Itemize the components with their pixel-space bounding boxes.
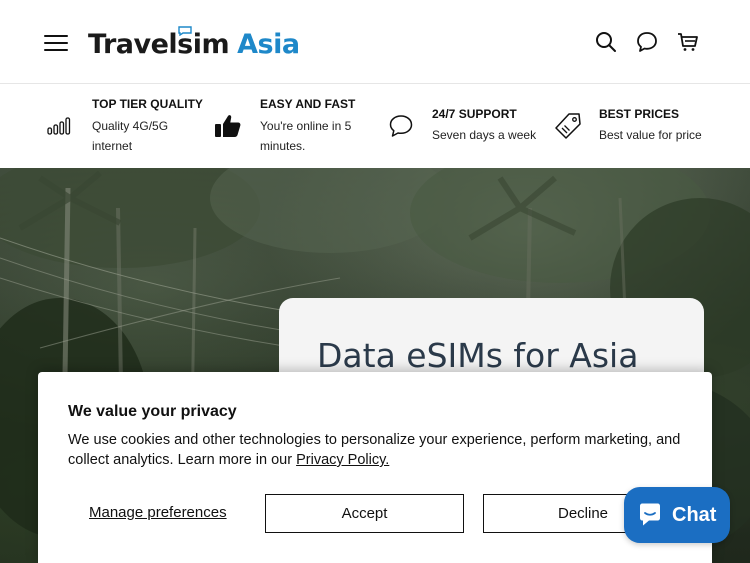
thumbs-up-icon bbox=[215, 115, 241, 137]
speech-bubble-icon bbox=[389, 115, 413, 137]
cookie-consent-banner: We value your privacy We use cookies and… bbox=[38, 372, 712, 563]
chat-widget-button[interactable]: Chat bbox=[624, 487, 730, 543]
manage-preferences-link[interactable]: Manage preferences bbox=[89, 504, 227, 521]
logo-text-asia: Asia bbox=[237, 29, 300, 60]
logo-bubble-icon bbox=[178, 26, 192, 36]
feature-prices-desc: Best value for price bbox=[599, 128, 702, 142]
cookie-text: We use cookies and other technologies to… bbox=[68, 430, 688, 470]
search-icon[interactable] bbox=[594, 30, 618, 54]
site-logo[interactable]: Travelsim Asia bbox=[88, 24, 300, 60]
accept-button[interactable]: Accept bbox=[265, 494, 464, 533]
chat-bubble-icon bbox=[640, 503, 660, 526]
feature-support-desc: Seven days a week bbox=[432, 128, 537, 142]
feature-prices-title: BEST PRICES bbox=[599, 107, 680, 121]
feature-easy-title: EASY AND FAST bbox=[260, 97, 356, 111]
chat-label: Chat bbox=[672, 503, 717, 526]
chat-icon[interactable] bbox=[635, 30, 659, 54]
feature-easy-desc: You're online in 5 minutes. bbox=[260, 119, 352, 153]
features-strip: TOP TIER QUALITY Quality 4G/5G internet … bbox=[0, 85, 750, 168]
feature-quality-desc: Quality 4G/5G internet bbox=[92, 119, 169, 153]
feature-support-title: 24/7 SUPPORT bbox=[432, 107, 517, 121]
signal-bars-icon bbox=[47, 117, 71, 135]
site-header: Travelsim Asia bbox=[0, 0, 750, 84]
privacy-policy-link[interactable]: Privacy Policy. bbox=[296, 452, 389, 468]
cookie-title: We value your privacy bbox=[68, 403, 237, 420]
hero-title: Data eSIMs for Asia bbox=[317, 336, 639, 375]
price-tag-icon bbox=[555, 113, 581, 139]
logo-text-travelsim: Travelsim bbox=[88, 29, 230, 60]
cart-icon[interactable] bbox=[676, 30, 700, 54]
feature-quality-title: TOP TIER QUALITY bbox=[92, 97, 203, 111]
menu-icon[interactable] bbox=[44, 35, 68, 51]
